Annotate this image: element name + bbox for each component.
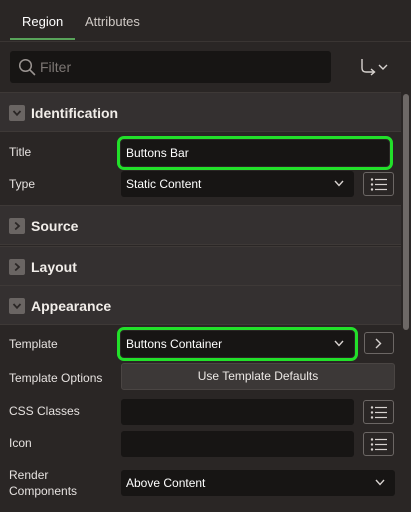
tab-bar: Region Attributes [0, 0, 411, 42]
tab-attributes[interactable]: Attributes [83, 0, 142, 42]
chevron-right-icon [375, 338, 382, 349]
type-label: Type [9, 177, 36, 191]
chevron-down-icon [9, 105, 25, 121]
template-next-button[interactable] [364, 332, 394, 354]
scroll-thumb[interactable] [403, 94, 409, 330]
title-field[interactable]: Buttons Bar [117, 136, 393, 170]
css-classes-label: CSS Classes [9, 404, 80, 418]
search-icon [18, 58, 36, 76]
icon-label: Icon [9, 436, 32, 450]
type-list-button[interactable] [363, 172, 394, 196]
filter-toolbar [0, 42, 411, 92]
template-label: Template [9, 337, 58, 351]
section-layout-header[interactable]: Layout [0, 246, 401, 286]
list-icon [370, 438, 387, 451]
chevron-right-icon [9, 218, 25, 234]
filter-box [10, 51, 331, 83]
render-components-value: Above Content [126, 476, 206, 490]
goto-group-button[interactable] [354, 53, 394, 81]
icon-list-button[interactable] [363, 432, 394, 456]
render-components-label-line1: Render [9, 468, 49, 482]
icon-field[interactable] [121, 431, 354, 457]
title-value: Buttons Bar [126, 146, 189, 160]
section-title: Appearance [31, 298, 112, 314]
render-components-label-line2: Components [9, 484, 78, 498]
section-identification-header[interactable]: Identification [0, 92, 401, 132]
panel-scrollbar[interactable] [403, 92, 409, 512]
list-icon [370, 178, 387, 191]
section-title: Identification [31, 105, 119, 121]
chevron-down-icon [9, 298, 25, 314]
section-title: Source [31, 218, 79, 234]
section-title: Layout [31, 259, 77, 275]
chevron-down-icon [334, 180, 344, 187]
section-appearance-header[interactable]: Appearance [0, 285, 401, 325]
property-panel: Identification Title Buttons Bar Type St… [0, 92, 401, 512]
template-value: Buttons Container [126, 337, 223, 351]
render-components-select[interactable]: Above Content [121, 470, 395, 496]
template-select[interactable]: Buttons Container [117, 327, 358, 361]
chevron-right-icon [9, 259, 25, 275]
use-template-defaults-button[interactable]: Use Template Defaults [121, 363, 395, 390]
chevron-down-icon [375, 479, 385, 486]
section-source-header[interactable]: Source [0, 205, 401, 245]
css-classes-field[interactable] [121, 399, 354, 425]
title-label: Title [9, 145, 32, 159]
tab-region[interactable]: Region [9, 0, 76, 42]
chevron-down-icon [334, 340, 344, 347]
filter-input[interactable] [40, 51, 325, 83]
css-classes-list-button[interactable] [363, 400, 394, 424]
type-select[interactable]: Static Content [121, 171, 354, 197]
template-options-label: Template Options [9, 371, 103, 385]
goto-group-icon [361, 59, 388, 76]
type-value: Static Content [126, 177, 202, 191]
list-icon [370, 406, 387, 419]
